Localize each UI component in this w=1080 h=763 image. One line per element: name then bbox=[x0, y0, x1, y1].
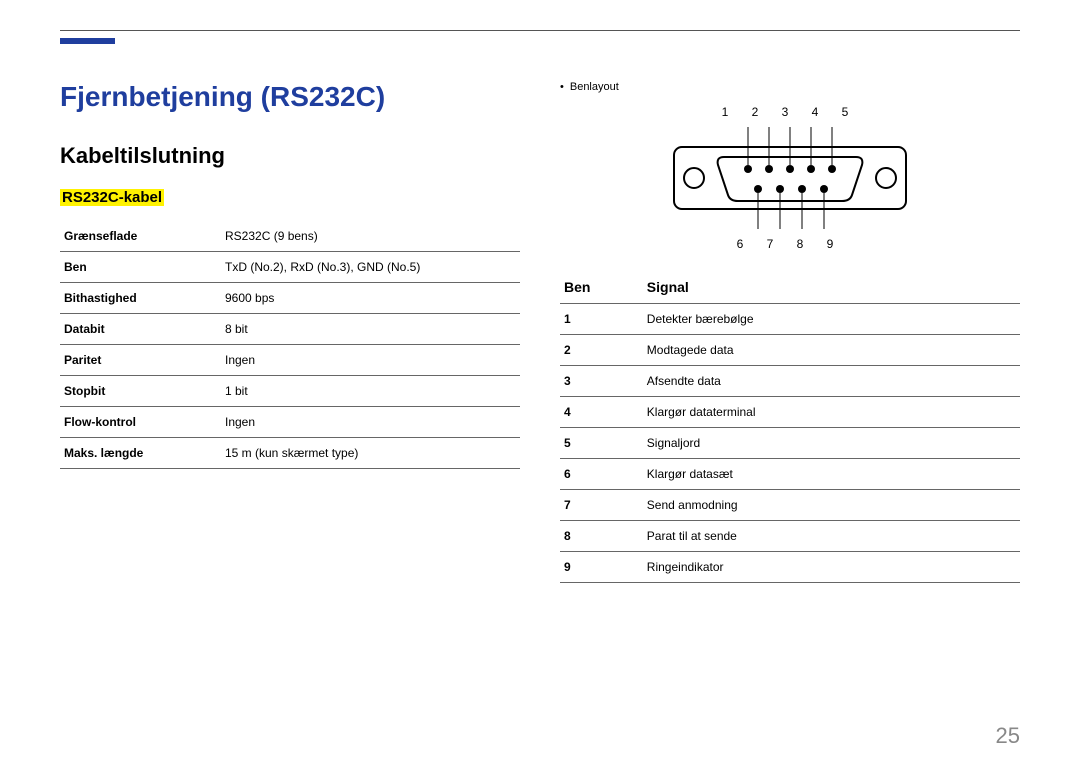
signal-name: Klargør datasæt bbox=[643, 459, 1020, 490]
section-title: Kabeltilslutning bbox=[60, 143, 520, 169]
signal-pin: 6 bbox=[560, 459, 643, 490]
top-rule bbox=[60, 30, 1020, 31]
table-row: Flow-kontrolIngen bbox=[60, 407, 520, 438]
spec-value: 9600 bps bbox=[221, 283, 520, 314]
spec-value: Ingen bbox=[221, 407, 520, 438]
signal-name: Klargør dataterminal bbox=[643, 397, 1020, 428]
signal-pin: 5 bbox=[560, 428, 643, 459]
table-row: Stopbit1 bit bbox=[60, 376, 520, 407]
signal-name: Modtagede data bbox=[643, 335, 1020, 366]
table-row: ParitetIngen bbox=[60, 345, 520, 376]
bullet-text: Benlayout bbox=[570, 81, 619, 93]
spec-value: RS232C (9 bens) bbox=[221, 221, 520, 252]
pin-numbers-top: 1 2 3 4 5 bbox=[722, 105, 859, 119]
signal-pin: 1 bbox=[560, 304, 643, 335]
signals-header-signal: Signal bbox=[643, 271, 1020, 304]
signal-name: Signaljord bbox=[643, 428, 1020, 459]
signal-pin: 4 bbox=[560, 397, 643, 428]
spec-key: Stopbit bbox=[60, 376, 221, 407]
page: Fjernbetjening (RS232C) Kabeltilslutning… bbox=[0, 0, 1080, 583]
table-row: 3Afsendte data bbox=[560, 366, 1020, 397]
page-number: 25 bbox=[996, 723, 1020, 749]
table-row: 8Parat til at sende bbox=[560, 521, 1020, 552]
signal-name: Afsendte data bbox=[643, 366, 1020, 397]
pinout-diagram: 1 2 3 4 5 bbox=[560, 105, 1020, 251]
highlight-label: RS232C-kabel bbox=[60, 189, 164, 206]
signals-table: Ben Signal 1Detekter bærebølge 2Modtaged… bbox=[560, 271, 1020, 583]
table-row: 4Klargør dataterminal bbox=[560, 397, 1020, 428]
signal-name: Ringeindikator bbox=[643, 552, 1020, 583]
signal-name: Detekter bærebølge bbox=[643, 304, 1020, 335]
table-row: Maks. længde15 m (kun skærmet type) bbox=[60, 438, 520, 469]
table-row: 1Detekter bærebølge bbox=[560, 304, 1020, 335]
spec-value: Ingen bbox=[221, 345, 520, 376]
table-row: 6Klargør datasæt bbox=[560, 459, 1020, 490]
signal-pin: 3 bbox=[560, 366, 643, 397]
table-row: 2Modtagede data bbox=[560, 335, 1020, 366]
spec-key: Databit bbox=[60, 314, 221, 345]
bullet-dot-icon: • bbox=[560, 81, 564, 93]
spec-key: Flow-kontrol bbox=[60, 407, 221, 438]
table-row: Bithastighed9600 bps bbox=[60, 283, 520, 314]
spec-value: 15 m (kun skærmet type) bbox=[221, 438, 520, 469]
table-row: GrænsefladeRS232C (9 bens) bbox=[60, 221, 520, 252]
signal-name: Parat til at sende bbox=[643, 521, 1020, 552]
signal-pin: 7 bbox=[560, 490, 643, 521]
bullet-line: • Benlayout bbox=[560, 81, 1020, 93]
spec-key: Grænseflade bbox=[60, 221, 221, 252]
signal-name: Send anmodning bbox=[643, 490, 1020, 521]
signal-pin: 9 bbox=[560, 552, 643, 583]
signal-pin: 8 bbox=[560, 521, 643, 552]
spec-key: Paritet bbox=[60, 345, 221, 376]
spec-key: Ben bbox=[60, 252, 221, 283]
table-row: 5Signaljord bbox=[560, 428, 1020, 459]
spec-value: 8 bit bbox=[221, 314, 520, 345]
spec-value: TxD (No.2), RxD (No.3), GND (No.5) bbox=[221, 252, 520, 283]
table-row: 7Send anmodning bbox=[560, 490, 1020, 521]
content-columns: Fjernbetjening (RS232C) Kabeltilslutning… bbox=[60, 81, 1020, 583]
page-title: Fjernbetjening (RS232C) bbox=[60, 81, 520, 113]
accent-bar bbox=[60, 38, 115, 44]
spec-key: Maks. længde bbox=[60, 438, 221, 469]
spec-table: GrænsefladeRS232C (9 bens) BenTxD (No.2)… bbox=[60, 221, 520, 469]
spec-value: 1 bit bbox=[221, 376, 520, 407]
db9-connector-icon bbox=[670, 123, 910, 233]
table-row: 9Ringeindikator bbox=[560, 552, 1020, 583]
pin-numbers-bottom: 6 7 8 9 bbox=[737, 237, 844, 251]
spec-key: Bithastighed bbox=[60, 283, 221, 314]
table-row: BenTxD (No.2), RxD (No.3), GND (No.5) bbox=[60, 252, 520, 283]
table-row: Databit8 bit bbox=[60, 314, 520, 345]
left-column: Fjernbetjening (RS232C) Kabeltilslutning… bbox=[60, 81, 520, 583]
signals-header-pin: Ben bbox=[560, 271, 643, 304]
right-column: • Benlayout 1 2 3 4 5 bbox=[560, 81, 1020, 583]
signal-pin: 2 bbox=[560, 335, 643, 366]
